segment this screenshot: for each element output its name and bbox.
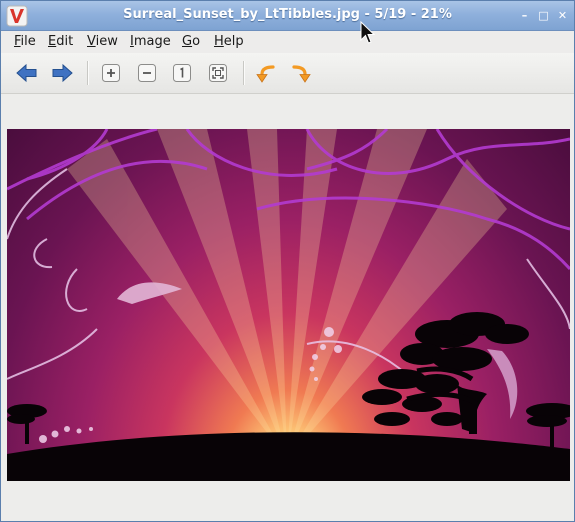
menu-edit-mnemonic: E	[48, 34, 57, 49]
menu-view-mnemonic: V	[87, 34, 96, 49]
menu-file-label: ile	[20, 34, 36, 49]
menu-edit-label: dit	[56, 34, 74, 49]
zoom-in-icon[interactable]	[99, 61, 123, 85]
menu-edit[interactable]: Edit	[48, 34, 73, 49]
forward-arrow-icon[interactable]	[50, 61, 74, 85]
menu-bar: File Edit View Image Go Help	[1, 31, 574, 53]
image-viewer-window: Surreal_Sunset_by_LtTibbles.jpg - 5/19 -…	[0, 0, 575, 522]
rotate-left-icon[interactable]	[254, 61, 278, 85]
back-arrow-icon[interactable]	[15, 61, 39, 85]
sunset-artwork	[7, 129, 570, 481]
menu-help[interactable]: Help	[214, 34, 244, 49]
zoom-normal-icon[interactable]	[170, 61, 194, 85]
toolbar-separator	[87, 61, 89, 85]
zoom-out-icon[interactable]	[135, 61, 159, 85]
menu-image[interactable]: Image	[130, 34, 171, 49]
menu-help-mnemonic: H	[214, 34, 224, 49]
title-bar[interactable]: Surreal_Sunset_by_LtTibbles.jpg - 5/19 -…	[1, 1, 574, 31]
toolbar-separator	[243, 61, 245, 85]
toolbar	[1, 53, 574, 94]
image-viewport[interactable]	[1, 94, 574, 521]
menu-go[interactable]: Go	[182, 34, 200, 49]
menu-help-label: elp	[223, 34, 244, 49]
menu-image-label: mage	[133, 34, 171, 49]
zoom-fit-icon[interactable]	[206, 61, 230, 85]
menu-go-label: o	[192, 34, 201, 49]
mouse-cursor-icon	[360, 21, 376, 44]
menu-file[interactable]: File	[14, 34, 36, 49]
acacia-tree-right	[526, 403, 570, 447]
rotate-right-icon[interactable]	[289, 61, 313, 85]
window-title: Surreal_Sunset_by_LtTibbles.jpg - 5/19 -…	[123, 7, 452, 22]
maximize-button[interactable]: □	[537, 9, 550, 22]
menu-view-label: iew	[95, 34, 118, 49]
close-button[interactable]: ✕	[556, 9, 569, 22]
displayed-image[interactable]	[7, 129, 570, 481]
minimize-button[interactable]: –	[518, 9, 531, 22]
menu-go-mnemonic: G	[182, 34, 193, 49]
menu-view[interactable]: View	[87, 34, 118, 49]
